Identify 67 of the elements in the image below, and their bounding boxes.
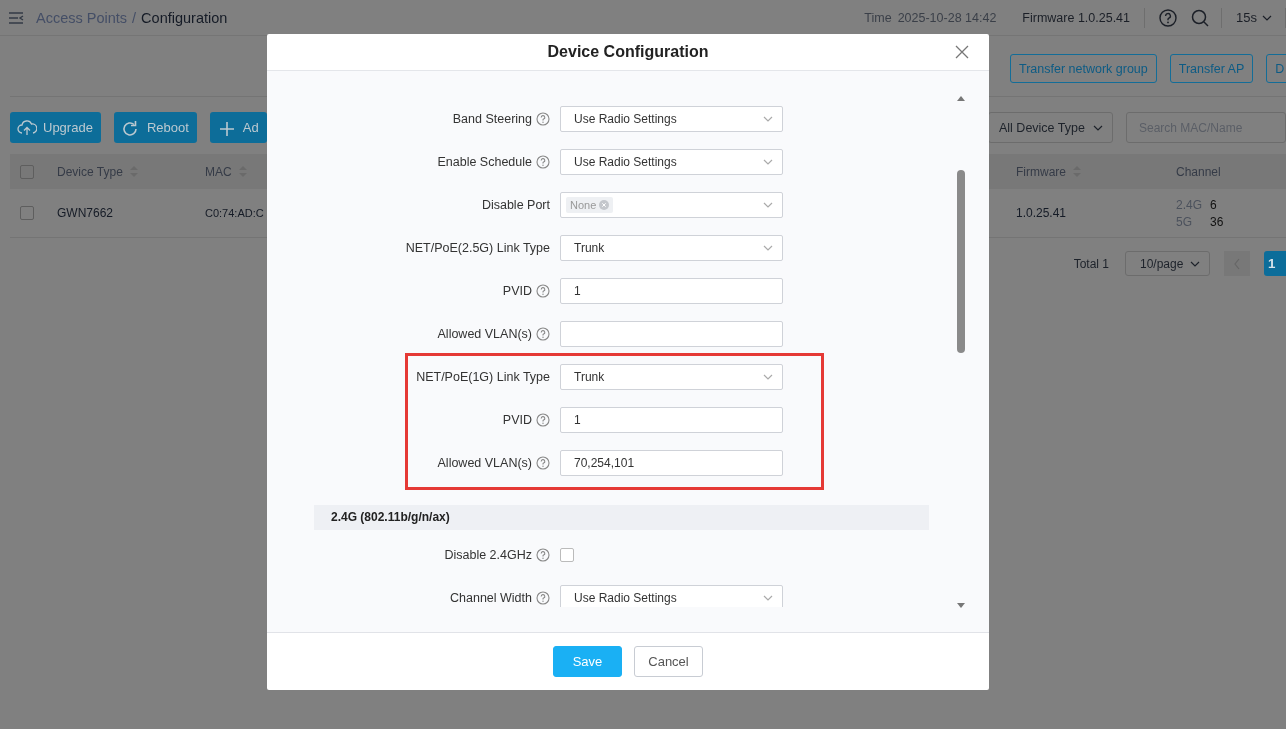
column-header: Device Type <box>57 164 123 179</box>
caret-icon <box>762 372 774 382</box>
save-button[interactable]: Save <box>553 646 622 677</box>
caret-icon <box>762 243 774 253</box>
cancel-button[interactable]: Cancel <box>634 646 703 677</box>
input-field[interactable]: 1 <box>560 278 783 304</box>
field-label: Enable Schedule <box>437 155 532 169</box>
checkbox[interactable] <box>20 164 34 179</box>
page-button[interactable]: 1 <box>1264 251 1286 276</box>
tag-label: None <box>570 199 597 211</box>
help-icon <box>1159 8 1178 27</box>
time-label: Time <box>864 10 892 25</box>
multi-select[interactable]: None <box>560 192 783 218</box>
caret-icon <box>762 157 774 167</box>
toolbar-button[interactable]: Ad <box>209 112 267 143</box>
caret-icon <box>762 593 774 603</box>
field-label: NET/PoE(1G) Link Type <box>416 370 550 384</box>
dropdown-select[interactable]: Trunk <box>560 235 783 261</box>
firmware-version: Firmware 1.0.25.41 <box>1022 10 1131 25</box>
input-field[interactable]: 70,254,101 <box>560 450 783 476</box>
time-value: 2025-10-28 14:42 <box>897 10 997 25</box>
channel-value: 6 <box>1210 197 1218 212</box>
caret-icon <box>762 114 774 124</box>
field-label: Disable Port <box>481 198 550 212</box>
previous-page-button[interactable] <box>1224 251 1250 276</box>
column-header: MAC <box>205 164 232 179</box>
input-field[interactable] <box>560 321 783 347</box>
column-header: Channel <box>1176 164 1221 179</box>
dropdown-select[interactable]: Trunk <box>560 364 783 390</box>
field-label: PVID <box>502 413 532 427</box>
dropdown-select[interactable]: Use Radio Settings <box>560 106 783 132</box>
caret-icon <box>762 200 774 210</box>
page-title: Configuration <box>141 9 228 26</box>
toolbar-button[interactable]: Upgrade <box>10 112 101 143</box>
breadcrumb-link[interactable]: Access Points <box>36 9 128 26</box>
dropdown-select[interactable]: Use Radio Settings <box>560 149 783 175</box>
field-label: Channel Width <box>450 591 532 605</box>
breadcrumb-separator: / <box>132 9 137 26</box>
field-label: NET/PoE(2.5G) Link Type <box>405 241 550 255</box>
scroll-up-icon <box>956 95 966 102</box>
toolbar-button[interactable]: Reboot <box>113 112 197 143</box>
scroll-down-icon <box>956 602 966 609</box>
remove-icon <box>599 200 610 210</box>
table-cell: C0:74:AD:C <box>205 207 264 219</box>
menu-icon <box>8 10 24 25</box>
channel-value: 36 <box>1210 214 1225 229</box>
input-field[interactable]: 1 <box>560 407 783 433</box>
total-count: Total 1 <box>1073 256 1109 271</box>
scrollbar-thumb[interactable] <box>957 170 965 353</box>
refresh-interval-select[interactable]: 15s <box>1236 10 1273 25</box>
close-icon[interactable] <box>955 45 969 59</box>
cloud-upload-icon <box>17 118 37 137</box>
field-label: Disable 2.4GHz <box>444 548 532 562</box>
dialog-title: Device Configuration <box>547 43 709 61</box>
field-label: Allowed VLAN(s) <box>437 456 532 470</box>
checkbox[interactable] <box>20 206 34 220</box>
page-size-select[interactable]: 10/page <box>1125 251 1210 276</box>
section-header: 2.4G (802.11b/g/n/ax) <box>314 505 929 530</box>
table-cell: 1.0.25.41 <box>1016 206 1067 220</box>
dropdown-select[interactable]: Use Radio Settings <box>560 585 783 607</box>
table-cell: GWN7662 <box>57 206 114 220</box>
column-header: Firmware <box>1016 164 1066 179</box>
field-label: Band Steering <box>452 112 532 126</box>
field-label: Allowed VLAN(s) <box>437 327 532 341</box>
search-icon <box>1191 8 1210 27</box>
checkbox[interactable] <box>560 548 574 562</box>
field-label: PVID <box>502 284 532 298</box>
